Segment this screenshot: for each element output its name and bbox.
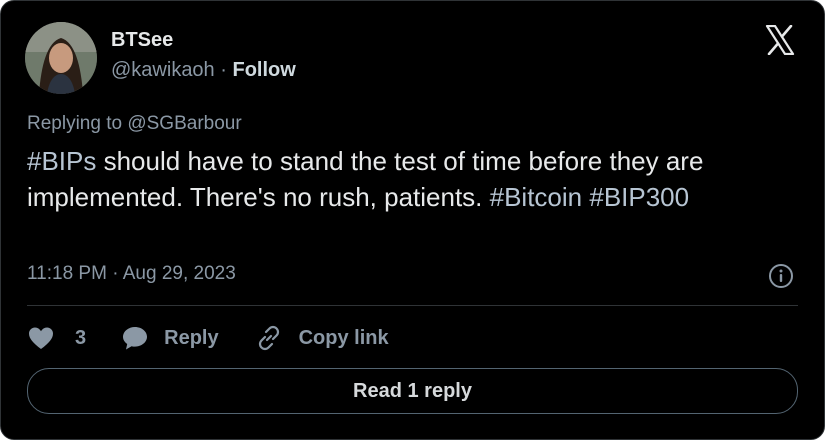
hashtag-link[interactable]: #BIPs [27, 146, 96, 176]
info-icon[interactable] [768, 263, 794, 289]
read-replies-label: Read 1 reply [353, 379, 472, 402]
tweet-timestamp[interactable]: 11:18 PM · Aug 29, 2023 [27, 263, 236, 285]
author-handle-row: @kawikaoh · Follow [111, 59, 296, 82]
avatar[interactable] [25, 22, 97, 94]
reply-button[interactable]: Reply [122, 325, 219, 351]
author-handle[interactable]: @kawikaoh [111, 59, 215, 81]
replying-to[interactable]: Replying to @SGBarbour [27, 113, 242, 135]
read-replies-button[interactable]: Read 1 reply [27, 368, 798, 414]
like-button[interactable]: 3 [27, 325, 86, 351]
heart-icon [29, 327, 53, 349]
hashtag-link[interactable]: #Bitcoin [490, 182, 583, 212]
link-icon [258, 325, 279, 351]
copy-link-label: Copy link [298, 326, 389, 349]
x-logo-icon[interactable] [764, 25, 796, 55]
hashtag-link[interactable]: #BIP300 [589, 182, 689, 212]
tweet-card: BTSee @kawikaoh · Follow Replying to @SG… [0, 0, 825, 440]
tweet-text: #BIPs should have to stand the test of t… [27, 143, 797, 215]
reply-bubble-icon [123, 327, 148, 350]
follow-button[interactable]: Follow [232, 59, 295, 81]
avatar-image [25, 22, 97, 94]
reply-label: Reply [164, 326, 219, 349]
copy-link-button[interactable]: Copy link [255, 324, 389, 352]
like-count: 3 [75, 326, 87, 349]
separator-dot: · [220, 59, 227, 81]
divider [27, 305, 798, 306]
author-name[interactable]: BTSee [111, 29, 173, 52]
action-bar: 3 Reply Copy link [27, 321, 389, 355]
